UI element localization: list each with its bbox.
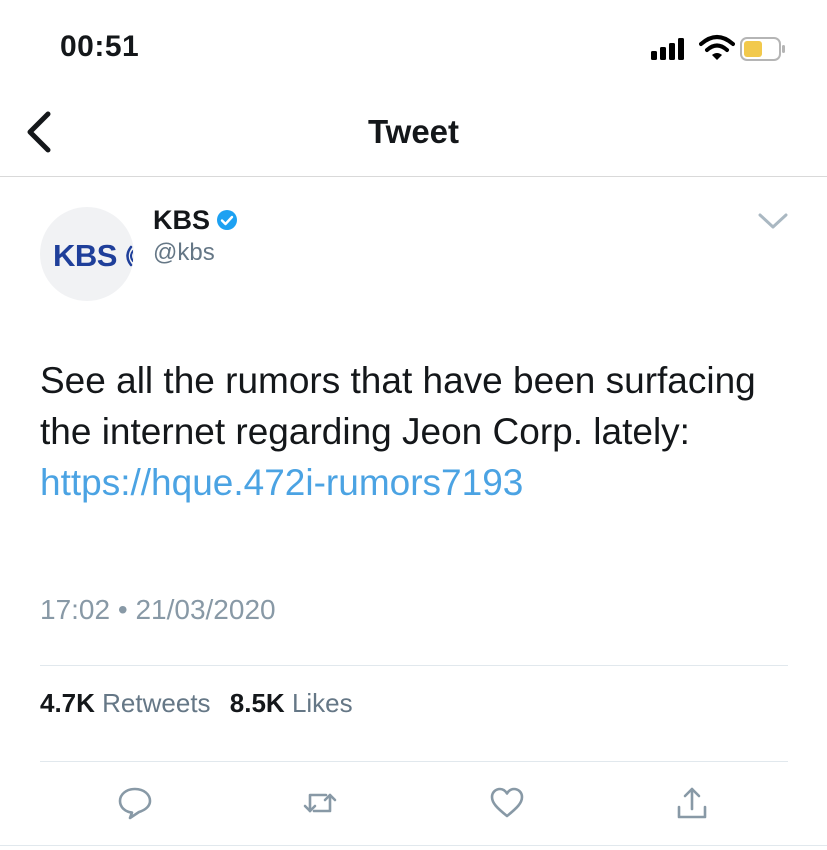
battery-icon bbox=[740, 37, 785, 61]
tweet-actions bbox=[0, 785, 827, 841]
like-icon[interactable] bbox=[489, 785, 525, 821]
tweet-stats: 4.7K Retweets 8.5K Likes bbox=[40, 688, 365, 719]
timestamp-separator: • bbox=[117, 594, 128, 625]
status-bar: 00:51 bbox=[0, 0, 827, 90]
tweet-time: 17:02 bbox=[40, 594, 111, 625]
navbar: Tweet bbox=[0, 90, 827, 177]
retweet-icon[interactable] bbox=[302, 785, 338, 821]
likes-stat[interactable]: 8.5K Likes bbox=[230, 688, 353, 719]
avatar[interactable]: KBS bbox=[40, 207, 134, 301]
divider bbox=[40, 761, 788, 762]
signal-icon bbox=[651, 38, 691, 60]
divider bbox=[0, 845, 827, 846]
chevron-down-icon[interactable] bbox=[757, 211, 789, 231]
author-handle[interactable]: @kbs bbox=[153, 239, 215, 267]
verified-badge-icon bbox=[217, 210, 237, 230]
tweet-body: See all the rumors that have been surfac… bbox=[40, 360, 756, 452]
status-time: 00:51 bbox=[60, 30, 140, 63]
likes-label: Likes bbox=[291, 688, 353, 718]
wifi-icon bbox=[699, 35, 735, 60]
avatar-logo-text: KBS bbox=[53, 238, 117, 273]
share-icon[interactable] bbox=[674, 785, 710, 821]
tweet-timestamp: 17:02 • 21/03/2020 bbox=[40, 594, 276, 626]
author-name[interactable]: KBS bbox=[153, 205, 210, 236]
reply-icon[interactable] bbox=[117, 785, 153, 821]
retweets-count: 4.7K bbox=[40, 688, 95, 718]
likes-count: 8.5K bbox=[229, 688, 285, 718]
retweets-label: Retweets bbox=[102, 688, 211, 718]
logo-mark-icon bbox=[126, 245, 133, 267]
retweets-stat[interactable]: 4.7K Retweets bbox=[40, 688, 211, 719]
tweet-date: 21/03/2020 bbox=[135, 594, 276, 625]
divider bbox=[40, 665, 788, 666]
tweet-link[interactable]: https://hque.472i-rumors7193 bbox=[40, 462, 523, 503]
page-title: Tweet bbox=[367, 113, 460, 150]
tweet-text: See all the rumors that have been surfac… bbox=[40, 355, 760, 508]
